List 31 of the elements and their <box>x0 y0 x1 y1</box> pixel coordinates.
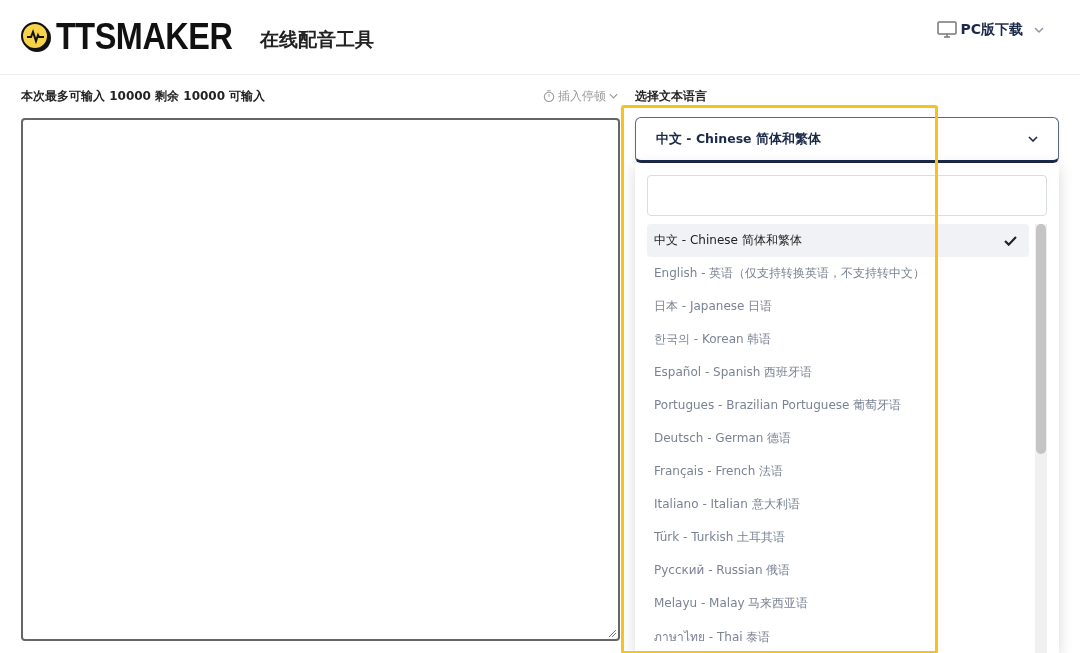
insert-pause-button[interactable]: 插入停顿 <box>543 87 618 105</box>
language-option[interactable]: Français - French 法语 <box>647 455 1029 488</box>
language-option[interactable]: 한국의 - Korean 韩语 <box>647 323 1029 356</box>
chevron-down-icon <box>1028 136 1038 142</box>
resize-grip-icon <box>608 629 616 637</box>
language-option[interactable]: 日本 - Japanese 日语 <box>647 290 1029 323</box>
checkmark-icon <box>1004 235 1017 246</box>
logo-text: TTSMAKER <box>56 16 233 58</box>
monitor-icon <box>937 21 958 39</box>
chevron-down-icon <box>1034 27 1044 33</box>
scrollbar-thumb[interactable] <box>1036 224 1046 454</box>
site-subtitle: 在线配音工具 <box>260 27 374 52</box>
language-label: 选择文本语言 <box>635 87 707 105</box>
language-option[interactable]: ภาษาไทย - Thai 泰语 <box>647 620 1029 653</box>
language-option[interactable]: Türk - Turkish 土耳其语 <box>647 521 1029 554</box>
language-option[interactable]: Español - Spanish 西班牙语 <box>647 356 1029 389</box>
timer-icon <box>543 90 555 102</box>
input-limit-label: 本次最多可输入 10000 剩余 10000 可输入 <box>21 87 266 105</box>
language-option[interactable]: 中文 - Chinese 简体和繁体 <box>647 224 1029 257</box>
pc-download-link[interactable]: PC版下载 <box>937 21 1044 39</box>
language-select[interactable]: 中文 - Chinese 简体和繁体 <box>635 117 1059 163</box>
search-field[interactable] <box>647 175 1047 216</box>
language-option[interactable]: Italiano - Italian 意大利语 <box>647 488 1029 521</box>
language-option[interactable]: English - 英语（仅支持转换英语，不支持转中文） <box>647 257 1029 290</box>
language-option[interactable]: Portugues - Brazilian Portuguese 葡萄牙语 <box>647 389 1029 422</box>
language-option[interactable]: Deutsch - German 德语 <box>647 422 1029 455</box>
text-input-field[interactable] <box>21 118 620 641</box>
language-option[interactable]: Русский - Russian 俄语 <box>647 554 1029 587</box>
chevron-down-icon <box>609 93 618 99</box>
logo-icon <box>20 21 52 53</box>
language-option[interactable]: Melayu - Malay 马来西亚语 <box>647 587 1029 620</box>
